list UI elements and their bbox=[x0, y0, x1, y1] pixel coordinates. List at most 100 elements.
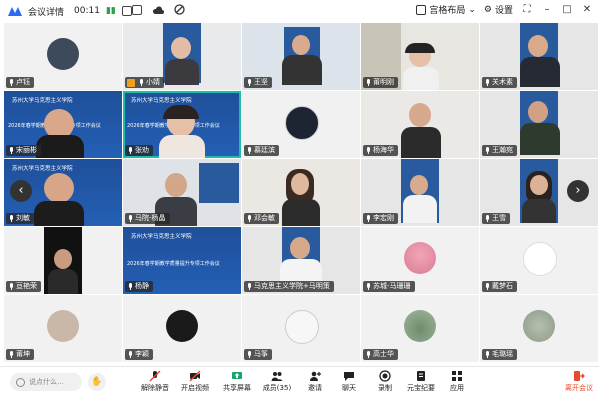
apps-button[interactable]: 应用 bbox=[438, 370, 476, 393]
cloud-icon[interactable] bbox=[152, 5, 164, 15]
popout-icon[interactable] bbox=[121, 6, 132, 16]
leave-meeting-label: 离开会议 bbox=[565, 384, 593, 392]
participant-name: 莆明刚 bbox=[363, 77, 398, 88]
avatar bbox=[404, 309, 436, 342]
participant-tile[interactable]: 李颖 bbox=[123, 295, 241, 362]
mic-muted-icon bbox=[8, 147, 14, 154]
hand-icon: ✋ bbox=[91, 377, 103, 387]
participant-tile[interactable]: 马筝 bbox=[242, 295, 360, 362]
record-label: 录制 bbox=[378, 384, 392, 392]
participant-name: 李颖 bbox=[125, 349, 153, 360]
mic-muted-icon bbox=[8, 283, 14, 290]
members-button[interactable]: 成员(35) bbox=[258, 370, 296, 393]
next-page-button[interactable]: › bbox=[567, 180, 589, 202]
chat-button[interactable]: 聊天 bbox=[330, 370, 368, 393]
mic-muted-icon bbox=[246, 283, 252, 290]
grid-layout-icon bbox=[416, 4, 427, 15]
mic-muted-icon bbox=[246, 215, 252, 222]
fullscreen-icon[interactable]: ⛶ bbox=[521, 4, 533, 15]
mic-muted-icon bbox=[484, 283, 490, 290]
record-icon bbox=[379, 370, 391, 382]
participant-name: 亘艳荣 bbox=[6, 281, 41, 292]
minimize-button[interactable]: – bbox=[541, 4, 553, 15]
participant-name: 苏城-马珊珊 bbox=[363, 281, 415, 292]
close-button[interactable]: ✕ bbox=[581, 4, 593, 15]
participant-tile[interactable]: 苏城-马珊珊 bbox=[361, 227, 479, 294]
record-button[interactable]: 录制 bbox=[366, 370, 404, 393]
participant-tile[interactable]: 苏州大学马克思主义学院 2026年春学期教学质量提升专项工作会议 宋丽彬 bbox=[4, 91, 122, 158]
leave-meeting-button[interactable]: 离开会议 bbox=[560, 370, 598, 393]
members-icon bbox=[271, 372, 283, 381]
mic-muted-icon bbox=[484, 215, 490, 222]
mic-muted-icon bbox=[127, 283, 133, 290]
settings-label: 设置 bbox=[494, 6, 513, 16]
maximize-button[interactable]: □ bbox=[561, 4, 573, 15]
prev-page-button[interactable]: ‹ bbox=[10, 180, 32, 202]
participant-name: 毛璐瑶 bbox=[482, 349, 517, 360]
chat-quick-input[interactable]: 说点什么... bbox=[10, 373, 82, 391]
participant-tile[interactable]: 戴梦石 bbox=[480, 227, 598, 294]
participant-tile[interactable]: 关术素 bbox=[480, 23, 598, 90]
mic-muted-icon bbox=[246, 351, 252, 358]
slide-school-name: 苏州大学马克思主义学院 bbox=[131, 234, 192, 240]
participant-tile[interactable]: 卢钰 bbox=[4, 23, 122, 90]
mic-muted-icon bbox=[484, 147, 490, 154]
slide-title-text: 2026年春学期教学质量提升专项工作会议 bbox=[127, 261, 220, 267]
mic-muted-icon bbox=[365, 147, 371, 154]
host-icon bbox=[127, 78, 135, 87]
apps-label: 应用 bbox=[450, 384, 464, 392]
signal-icon: ▮▮ bbox=[105, 6, 116, 16]
participant-tile[interactable]: 毛璐瑶 bbox=[480, 295, 598, 362]
participant-tile[interactable]: 高士华 bbox=[361, 295, 479, 362]
participant-tile[interactable]: 邓会敏 bbox=[242, 159, 360, 226]
chat-icon bbox=[344, 372, 354, 381]
raise-hand-button[interactable]: ✋ bbox=[88, 373, 106, 391]
participant-name: 邓会敏 bbox=[244, 213, 279, 224]
participant-grid: 卢钰 小婧 王坚 莆明刚 关术素 苏州大学马克思主义学院 宋丽彬 苏州大学马克思… bbox=[4, 23, 598, 365]
settings-button[interactable]: ⚙ 设置 bbox=[484, 3, 513, 17]
mic-muted-icon bbox=[127, 351, 133, 358]
participant-tile[interactable]: 王坚 bbox=[242, 23, 360, 90]
invite-button[interactable]: 邀请 bbox=[296, 370, 334, 393]
participant-tile[interactable]: 马院-杨晶 bbox=[123, 159, 241, 226]
meeting-logo-icon bbox=[8, 6, 22, 16]
participant-tile[interactable]: 苏州大学马克思主义学院 2026年春学期教学质量提升专项工作会议 杨静 bbox=[123, 227, 241, 294]
participant-name: 慕廷滨 bbox=[244, 145, 279, 156]
avatar bbox=[285, 105, 319, 140]
avatar bbox=[523, 241, 557, 276]
slide-school-name: 苏州大学马克思主义学院 bbox=[12, 98, 73, 104]
participant-tile[interactable]: 莆坤 bbox=[4, 295, 122, 362]
participant-name: 莆坤 bbox=[6, 349, 34, 360]
hide-icon[interactable] bbox=[174, 4, 185, 15]
layout-button[interactable]: 宫格布局 ⌄ bbox=[416, 3, 476, 16]
participant-tile[interactable]: 小婧 bbox=[123, 23, 241, 90]
slide-school-name: 苏州大学马克思主义学院 bbox=[12, 166, 73, 172]
exit-icon bbox=[574, 371, 585, 381]
participant-tile[interactable]: 莆明刚 bbox=[361, 23, 479, 90]
meeting-info-link[interactable]: 会议详情 bbox=[28, 5, 64, 18]
emoji-icon[interactable] bbox=[16, 377, 25, 387]
ai-minutes-button[interactable]: 元宝纪要 bbox=[402, 370, 440, 393]
unmute-button[interactable]: 解除静音 bbox=[136, 370, 174, 393]
participant-tile[interactable]: 马克思主义学院+马明策 bbox=[242, 227, 360, 294]
participant-tile[interactable]: 李宏刚 bbox=[361, 159, 479, 226]
start-video-button[interactable]: 开启视频 bbox=[176, 370, 214, 393]
participant-tile[interactable]: 慕廷滨 bbox=[242, 91, 360, 158]
participant-tile-speaking[interactable]: 苏州大学马克思主义学院 2026年春学期教学质量提升专项工作会议 张劝 bbox=[123, 91, 241, 158]
participant-tile[interactable]: 杨海华 bbox=[361, 91, 479, 158]
chat-placeholder: 说点什么... bbox=[29, 378, 64, 386]
share-screen-button[interactable]: 共享屏幕 bbox=[218, 370, 256, 393]
participant-tile[interactable]: 王瀚宛 bbox=[480, 91, 598, 158]
mic-off-icon bbox=[149, 370, 161, 382]
participant-tile[interactable]: 亘艳荣 bbox=[4, 227, 122, 294]
share-screen-icon bbox=[232, 372, 242, 379]
participant-name: 王瀚宛 bbox=[482, 145, 517, 156]
participant-name: 关术素 bbox=[482, 77, 517, 88]
layout-label: 宫格布局 bbox=[429, 6, 466, 16]
invite-label: 邀请 bbox=[308, 384, 322, 392]
mic-muted-icon bbox=[8, 215, 14, 222]
mic-muted-icon bbox=[138, 79, 144, 86]
whiteboard-icon[interactable] bbox=[132, 4, 142, 15]
participant-name: 马院-杨晶 bbox=[125, 213, 170, 224]
mic-muted-icon bbox=[365, 215, 371, 222]
